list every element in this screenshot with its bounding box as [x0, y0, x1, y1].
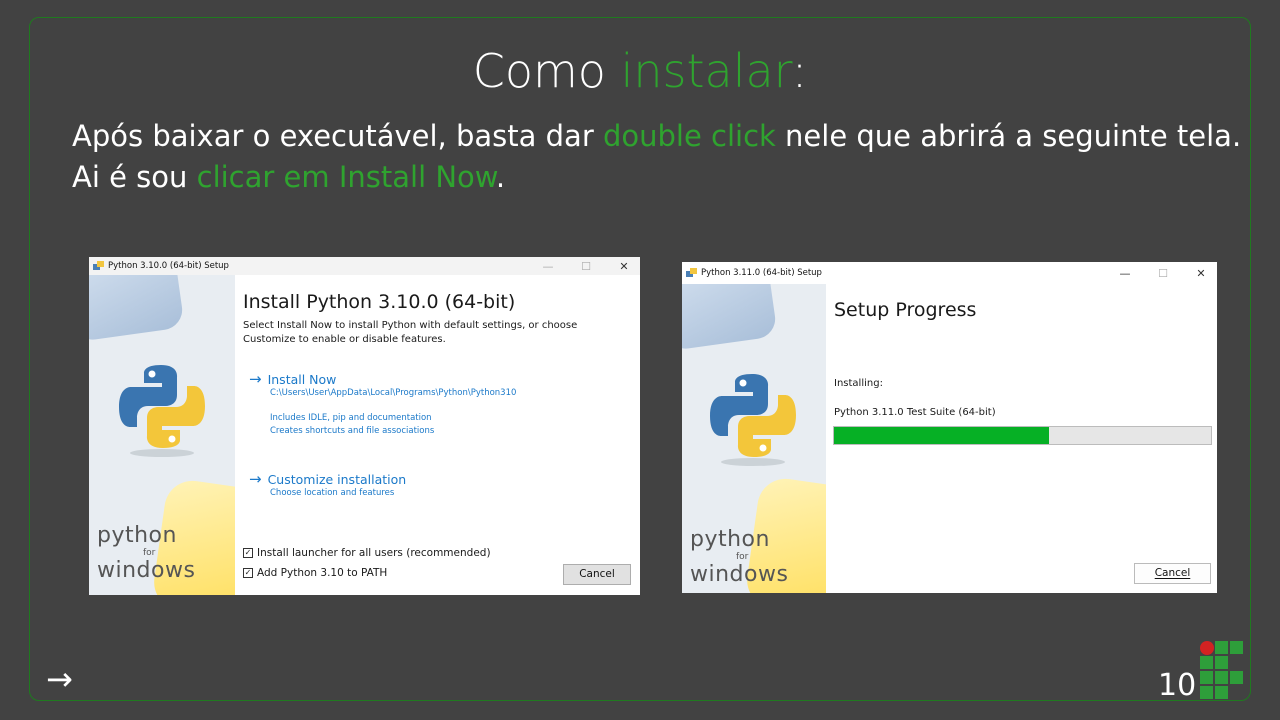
installing-label: Installing: [834, 378, 883, 389]
side-text-python: python [97, 523, 177, 548]
desc-text-3: Ai é sou [72, 160, 197, 194]
add-to-path-checkbox[interactable]: ✓ Add Python 3.10 to PATH [243, 567, 387, 579]
ifsp-logo-icon [1199, 640, 1245, 700]
logo-square [1200, 656, 1213, 669]
desc-highlight-1: double click [602, 119, 776, 153]
minimize-icon[interactable]: — [542, 260, 554, 273]
maximize-icon[interactable]: ☐ [1157, 267, 1169, 280]
intro-line-2: Customize to enable or disable features. [243, 334, 446, 345]
setup-progress-heading: Setup Progress [834, 299, 977, 321]
installer-window-311: Python 3.11.0 (64-bit) Setup — ☐ ✕ pytho… [682, 262, 1217, 593]
slide-description: Após baixar o executável, basta dar doub… [72, 116, 1252, 198]
desc-text-2: nele que abrirá a seguinte tela. [775, 119, 1242, 153]
close-icon[interactable]: ✕ [1195, 267, 1207, 280]
checkbox-label-launcher: Install launcher for all users (recommen… [257, 547, 491, 559]
logo-square [1230, 641, 1243, 654]
arrow-right-icon: → [249, 470, 262, 488]
window-titlebar: Python 3.11.0 (64-bit) Setup — ☐ ✕ [682, 262, 1217, 284]
install-path: C:\Users\User\AppData\Local\Programs\Pyt… [270, 388, 517, 398]
launcher-all-users-checkbox[interactable]: ✓ Install launcher for all users (recomm… [243, 547, 491, 559]
logo-square [1230, 671, 1243, 684]
next-slide-arrow-icon[interactable]: → [46, 660, 73, 698]
page-number: 10 [1158, 668, 1197, 703]
side-text-windows: windows [690, 562, 789, 587]
desc-highlight-2: clicar em Install Now [196, 160, 496, 194]
side-text-for: for [736, 552, 749, 562]
logo-square [1215, 671, 1228, 684]
window-title: Python 3.10.0 (64-bit) Setup [108, 261, 229, 271]
logo-red-dot [1200, 641, 1214, 655]
install-now-label: Install Now [267, 371, 337, 387]
python-for-windows-text: python for windows [690, 527, 788, 587]
install-note-1: Includes IDLE, pip and documentation [270, 413, 432, 423]
side-text-windows: windows [97, 558, 196, 583]
logo-square [1215, 656, 1228, 669]
intro-line-1: Select Install Now to install Python wit… [243, 320, 578, 331]
logo-square [1200, 686, 1213, 699]
install-progress-fill [834, 427, 1049, 444]
customize-label: Customize installation [267, 471, 407, 487]
install-now-link[interactable]: → Install Now [249, 370, 336, 388]
install-progress-bar [833, 426, 1212, 445]
side-decoration-blue [89, 275, 185, 343]
arrow-right-icon: → [249, 370, 262, 388]
minimize-icon[interactable]: — [1119, 267, 1131, 280]
slide-title: Como instalar: [0, 44, 1280, 98]
customize-note: Choose location and features [270, 488, 395, 498]
cancel-button[interactable]: Cancel [1134, 563, 1211, 584]
python-setup-icon [686, 268, 697, 278]
installer-heading: Install Python 3.10.0 (64-bit) [243, 291, 516, 313]
cancel-button[interactable]: Cancel [563, 564, 631, 585]
checkbox-checked-icon: ✓ [243, 568, 253, 578]
logo-square [1215, 641, 1228, 654]
title-suffix: : [791, 44, 808, 98]
install-notes: Includes IDLE, pip and documentation Cre… [270, 412, 434, 437]
side-text-python: python [690, 527, 770, 552]
window-controls: — ☐ ✕ [542, 257, 630, 275]
cancel-label: Cancel [1154, 567, 1191, 579]
side-text-for: for [143, 548, 156, 558]
installer-side-panel: python for windows [89, 275, 235, 595]
python-logo-icon [119, 365, 205, 457]
desc-text-1: Após baixar o executável, basta dar [72, 119, 603, 153]
close-icon[interactable]: ✕ [618, 260, 630, 273]
python-for-windows-text: python for windows [97, 523, 195, 583]
python-logo-icon [710, 374, 796, 466]
logo-square [1215, 686, 1228, 699]
logo-square [1200, 671, 1213, 684]
installer-intro: Select Install Now to install Python wit… [243, 319, 577, 347]
install-note-2: Creates shortcuts and file associations [270, 425, 435, 436]
side-decoration-blue [682, 284, 778, 352]
checkbox-checked-icon: ✓ [243, 548, 253, 558]
current-install-item: Python 3.11.0 Test Suite (64-bit) [834, 407, 996, 418]
installer-side-panel: python for windows [682, 284, 826, 593]
window-controls: — ☐ ✕ [1119, 262, 1207, 284]
python-setup-icon [93, 261, 104, 271]
installer-window-310: Python 3.10.0 (64-bit) Setup — ☐ ✕ pytho… [89, 257, 640, 595]
customize-installation-link[interactable]: → Customize installation [249, 470, 406, 488]
title-prefix: Como [472, 44, 621, 98]
maximize-icon[interactable]: ☐ [580, 260, 592, 273]
title-highlight: instalar [620, 44, 792, 98]
window-title: Python 3.11.0 (64-bit) Setup [701, 268, 822, 278]
window-titlebar: Python 3.10.0 (64-bit) Setup — ☐ ✕ [89, 257, 640, 275]
checkbox-label-path: Add Python 3.10 to PATH [257, 567, 388, 579]
desc-text-4: . [495, 160, 506, 194]
